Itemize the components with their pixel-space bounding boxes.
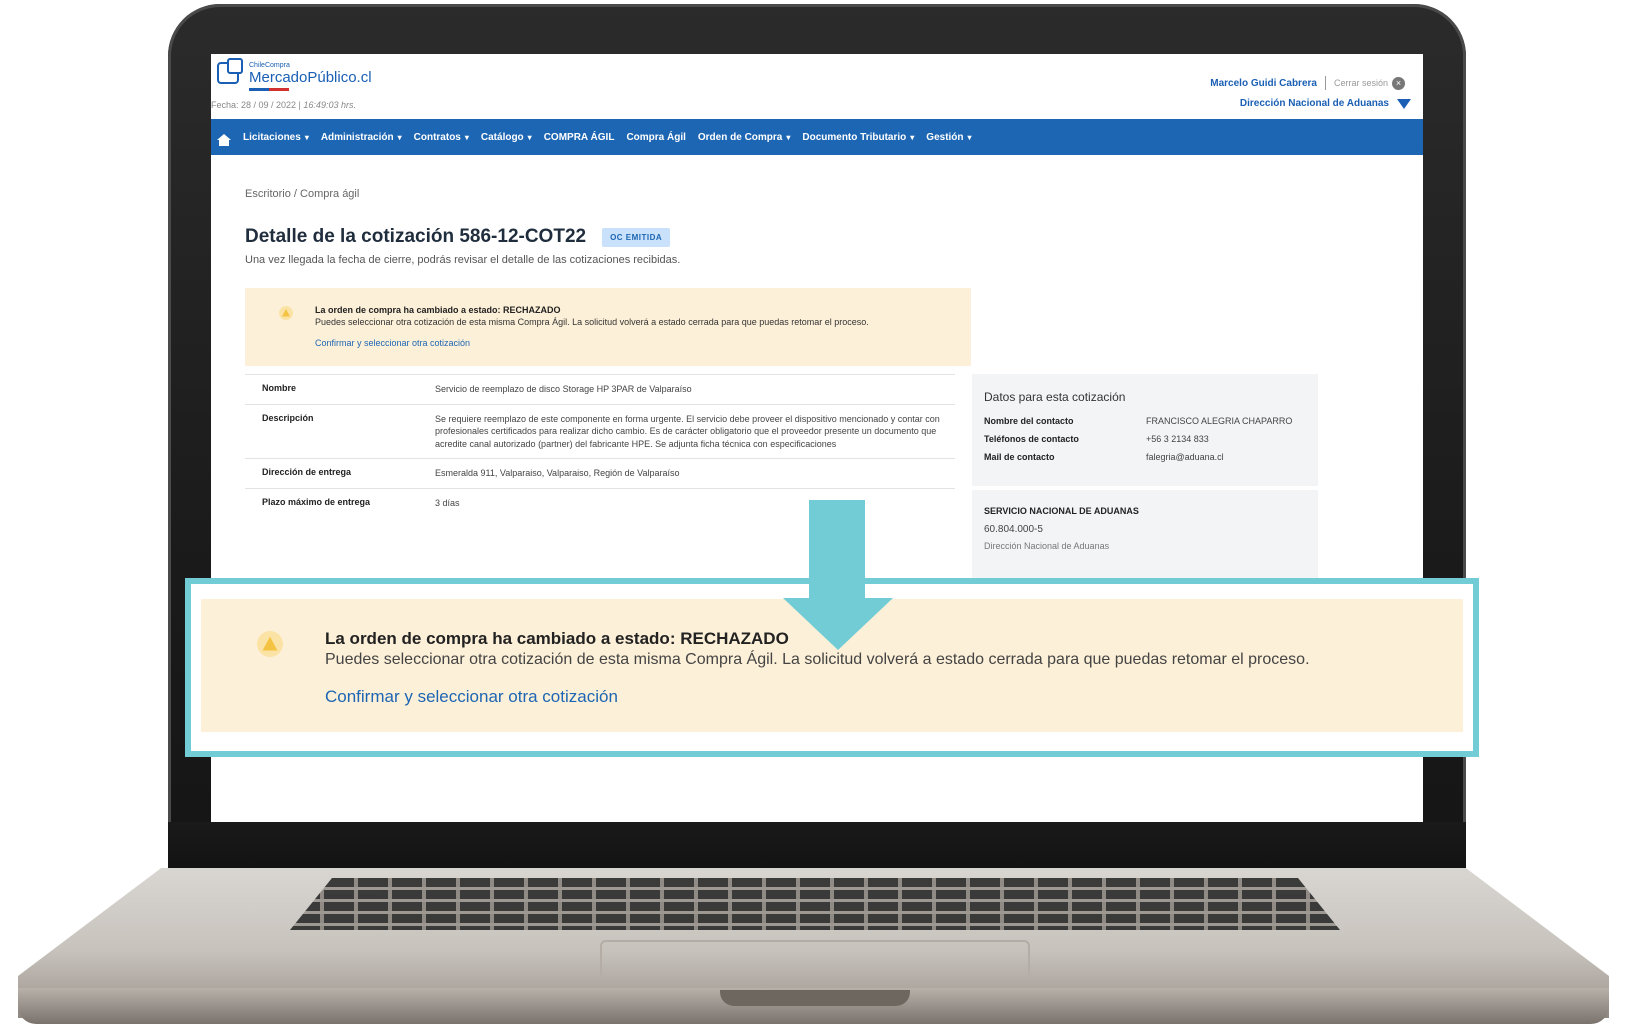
caret-down-icon	[1397, 98, 1411, 109]
nav-item-catalogo[interactable]: Catálogo ▾	[475, 132, 538, 143]
status-alert: La orden de compra ha cambiado a estado:…	[245, 288, 971, 366]
page-title: Detalle de la cotización 586-12-COT22 OC…	[245, 226, 671, 248]
logo-text: MercadoPúblico.cl	[249, 69, 372, 86]
site-logo[interactable]: ChileCompra MercadoPúblico.cl	[217, 58, 372, 91]
table-row: Nombre Servicio de reemplazo de disco St…	[245, 374, 955, 404]
laptop-notch	[720, 990, 910, 1006]
warning-icon	[257, 631, 283, 657]
laptop-trackpad	[600, 940, 1030, 980]
nav-item-administracion[interactable]: Administración ▾	[315, 132, 408, 143]
buyer-panel: SERVICIO NACIONAL DE ADUANAS 60.804.000-…	[972, 490, 1318, 580]
confirm-select-link[interactable]: Confirmar y seleccionar otra cotización	[315, 338, 470, 348]
page-subtitle: Una vez llegada la fecha de cierre, podr…	[245, 254, 681, 266]
table-row: Descripción Se requiere reemplazo de est…	[245, 403, 955, 459]
logo-bar	[249, 88, 289, 91]
zoom-alert-title: La orden de compra ha cambiado a estado:…	[325, 629, 789, 648]
details-table: Nombre Servicio de reemplazo de disco St…	[245, 374, 955, 517]
alert-title: La orden de compra ha cambiado a estado:…	[315, 305, 561, 315]
nav-item-orden-de-compra[interactable]: Orden de Compra ▾	[692, 132, 796, 143]
main-nav: Licitaciones ▾ Administración ▾ Contratos ▾…	[211, 119, 1423, 155]
table-row: Dirección de entrega Esmeralda 911, Valp…	[245, 458, 955, 488]
user-name[interactable]: Marcelo Guidi Cabrera	[1210, 78, 1317, 89]
warning-icon	[279, 306, 293, 320]
zoom-confirm-select-link[interactable]: Confirmar y seleccionar otra cotización	[325, 687, 618, 707]
logo-icon	[217, 58, 243, 84]
status-badge: OC EMITIDA	[602, 227, 671, 247]
contact-panel-title: Datos para esta cotización	[984, 390, 1126, 404]
home-icon[interactable]	[211, 134, 237, 146]
zoom-alert-text: Puedes seleccionar otra cotización de es…	[325, 651, 1310, 668]
contact-row: Teléfonos de contacto +56 3 2134 833	[984, 434, 1209, 444]
organization-name: Dirección Nacional de Aduanas	[1239, 98, 1389, 109]
arrow-down-icon	[783, 598, 893, 650]
buyer-unit: Dirección Nacional de Aduanas	[984, 541, 1110, 551]
user-separator	[1324, 76, 1326, 90]
nav-item-documento-tributario[interactable]: Documento Tributario ▾	[796, 132, 920, 143]
contact-row: Mail de contacto falegria@aduana.cl	[984, 452, 1224, 462]
alert-text: Puedes seleccionar otra cotización de es…	[315, 317, 869, 327]
buyer-name: SERVICIO NACIONAL DE ADUANAS	[984, 506, 1139, 516]
nav-item-gestion[interactable]: Gestión ▾	[920, 132, 977, 143]
site-header: ChileCompra MercadoPúblico.cl Fecha: 28 …	[211, 54, 1423, 122]
nav-item-licitaciones[interactable]: Licitaciones ▾	[237, 132, 315, 143]
buyer-rut: 60.804.000-5	[984, 524, 1043, 535]
header-date: Fecha: 28 / 09 / 2022 | 16:49:03 hrs.	[211, 100, 356, 110]
organization-selector[interactable]: Dirección Nacional de Aduanas	[1240, 98, 1411, 109]
contact-panel: Datos para esta cotización Nombre del co…	[972, 374, 1318, 486]
user-menu: Marcelo Guidi Cabrera Cerrar sesión ×	[1210, 76, 1405, 90]
laptop-mockup: ChileCompra MercadoPúblico.cl Fecha: 28 …	[0, 0, 1627, 1024]
callout-arrow-shaft	[809, 500, 865, 600]
laptop-keyboard	[290, 878, 1340, 930]
nav-item-compra-agil-upper[interactable]: COMPRA ÁGIL	[538, 132, 621, 143]
breadcrumb[interactable]: Escritorio / Compra ágil	[245, 188, 359, 200]
nav-item-contratos[interactable]: Contratos ▾	[408, 132, 475, 143]
logout-link[interactable]: Cerrar sesión	[1334, 78, 1388, 88]
contact-row: Nombre del contacto FRANCISCO ALEGRIA CHA…	[984, 416, 1293, 426]
close-icon[interactable]: ×	[1392, 76, 1405, 90]
nav-item-compra-agil[interactable]: Compra Ágil	[620, 132, 691, 143]
